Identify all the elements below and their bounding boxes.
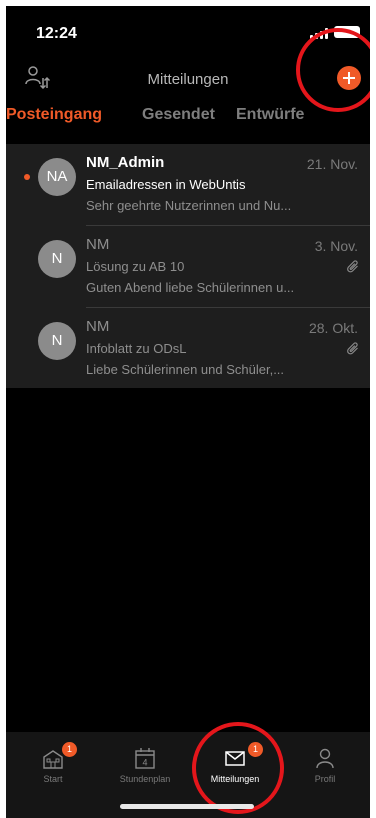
message-subject: Infoblatt zu ODsL <box>86 341 187 356</box>
tabbar-stundenplan-label: Stundenplan <box>119 774 171 784</box>
calendar-day: 4 <box>142 758 147 768</box>
message-subject: Lösung zu AB 10 <box>86 259 185 274</box>
tabbar-profil-label: Profil <box>314 774 336 784</box>
notification-badge: 1 <box>62 742 77 757</box>
message-date: 21. Nov. <box>306 156 358 172</box>
unread-indicator <box>24 174 30 180</box>
message-date: 28. Okt. <box>308 320 358 336</box>
tabbar-stundenplan[interactable]: 4 Stundenplan <box>100 746 190 784</box>
message-date: 3. Nov. <box>314 238 358 254</box>
message-subject: Emailadressen in WebUntis <box>86 177 246 192</box>
paperclip-icon <box>347 342 358 355</box>
message-sender: NM <box>86 318 110 335</box>
highlight-circle-mitteilungen <box>192 722 284 814</box>
message-sender: NM <box>86 236 110 253</box>
avatar: N <box>38 322 76 360</box>
paperclip-icon <box>347 260 358 273</box>
tabbar-start-label: Start <box>43 774 63 784</box>
tab-gesendet[interactable]: Gesendet <box>142 106 215 124</box>
message-preview: Guten Abend liebe Schülerinnen u... <box>86 280 295 295</box>
tabbar-profil[interactable]: Profil <box>280 746 370 784</box>
message-sender: NM_Admin <box>86 154 165 171</box>
message-preview: Sehr geehrte Nutzerinnen und Nu... <box>86 198 292 213</box>
avatar: N <box>38 240 76 278</box>
status-time: 12:24 <box>36 25 77 42</box>
highlight-circle-compose <box>296 28 370 112</box>
message-preview: Liebe Schülerinnen und Schüler,... <box>86 362 285 377</box>
home-indicator <box>120 804 254 809</box>
avatar: NA <box>38 158 76 196</box>
message-row[interactable]: NA NM_Admin 21. Nov. Emailadressen in We… <box>6 144 370 226</box>
tab-entwuerfe[interactable]: Entwürfe <box>236 106 304 124</box>
message-row[interactable]: N NM 28. Okt. Infoblatt zu ODsL Liebe Sc… <box>6 308 370 390</box>
message-list: NA NM_Admin 21. Nov. Emailadressen in We… <box>6 144 370 388</box>
message-folder-tabs: Posteingang Gesendet Entwürfe <box>6 106 370 132</box>
calendar-icon: 4 <box>135 748 155 769</box>
app-screen: 12:24 Mitteilungen Posteingang Gesendet … <box>6 6 370 818</box>
person-icon <box>316 748 334 769</box>
tab-posteingang[interactable]: Posteingang <box>6 106 102 124</box>
message-row[interactable]: N NM 3. Nov. Lösung zu AB 10 Guten Abend… <box>6 226 370 308</box>
tabbar-start[interactable]: 1 Start <box>8 742 98 784</box>
